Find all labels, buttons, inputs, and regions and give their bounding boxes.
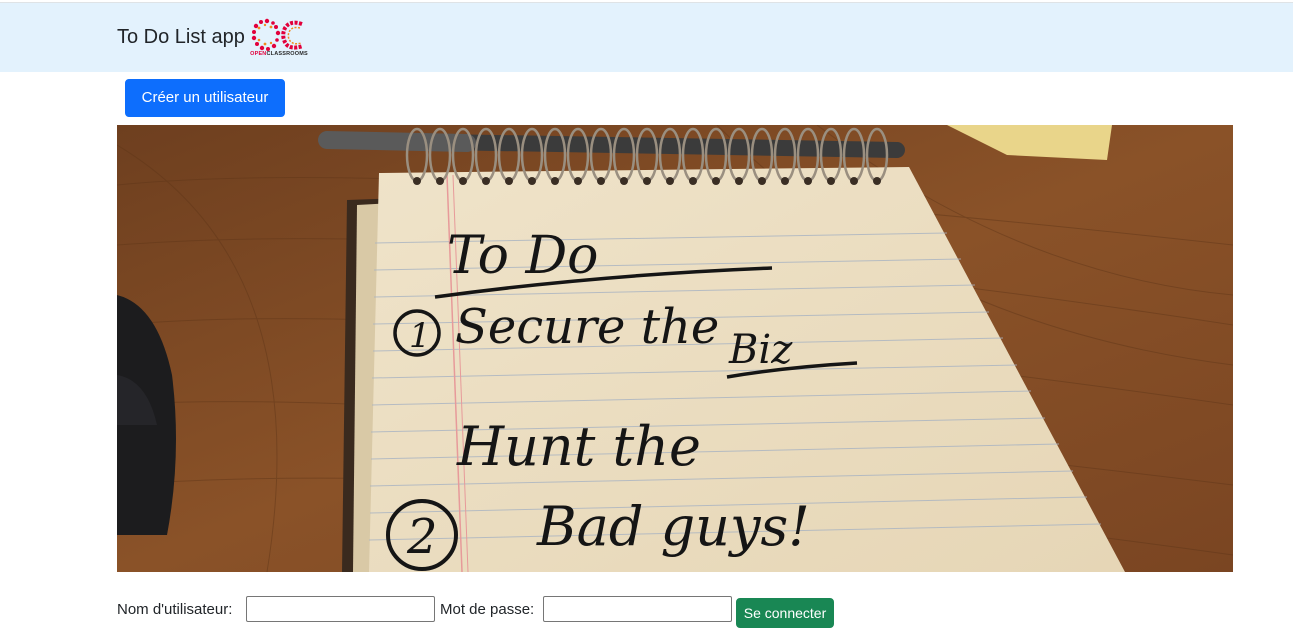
username-label: Nom d'utilisateur: bbox=[117, 601, 233, 618]
logo-graphic bbox=[251, 18, 304, 51]
username-input[interactable] bbox=[246, 596, 435, 622]
todo-notepad-photo: To Do 1 Secure the Biz Hunt the 2 Bad gu… bbox=[117, 125, 1233, 572]
hand-number-1: 1 bbox=[409, 316, 431, 356]
create-user-button[interactable]: Créer un utilisateur bbox=[125, 79, 285, 117]
hand-item-2b: Bad guys! bbox=[536, 495, 810, 558]
hero-image: To Do 1 Secure the Biz Hunt the 2 Bad gu… bbox=[117, 125, 1233, 572]
logo-wordmark: OPENCLASSROOMS bbox=[250, 51, 308, 57]
brand-link[interactable]: To Do List app bbox=[117, 24, 245, 50]
hand-item-1: Secure the bbox=[455, 299, 719, 355]
navbar: To Do List app OPENCLASSROOMS bbox=[0, 2, 1293, 72]
hand-title: To Do bbox=[447, 226, 598, 286]
hand-item-1b: Biz bbox=[728, 327, 793, 373]
login-button[interactable]: Se connecter bbox=[736, 598, 834, 628]
password-input[interactable] bbox=[543, 596, 732, 622]
hand-item-2: Hunt the bbox=[456, 415, 701, 478]
password-label: Mot de passe: bbox=[440, 601, 535, 618]
hand-number-2: 2 bbox=[406, 509, 438, 565]
openclassrooms-logo: OPENCLASSROOMS bbox=[250, 18, 308, 60]
